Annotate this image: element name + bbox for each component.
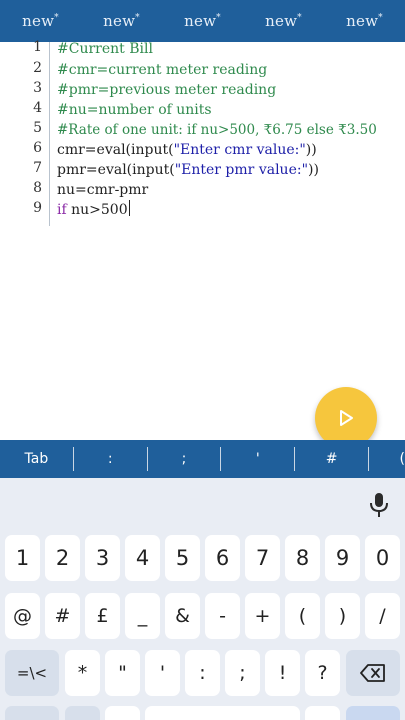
key[interactable]: : [185, 650, 220, 696]
tab-modified-mark: * [216, 13, 221, 23]
line-number: 6 [33, 140, 42, 156]
code-text: cmr=eval(input("Enter cmr value:")) [57, 140, 317, 160]
code-text: #Rate of one unit: if nu>500, ₹6.75 else… [57, 122, 377, 138]
code-line[interactable]: 3 #pmr=previous meter reading [0, 80, 405, 100]
file-tab[interactable]: new* [0, 12, 81, 30]
layout-switch-key[interactable]: =\< [5, 650, 59, 696]
file-tab[interactable]: new* [324, 12, 405, 30]
tab-label: new [103, 12, 136, 30]
key[interactable]: 2 [45, 535, 80, 581]
code-line[interactable]: 7 pmr=eval(input("Enter pmr value:")) [0, 160, 405, 180]
string-token: "Enter cmr value:" [173, 142, 306, 158]
key[interactable]: 7 [245, 535, 280, 581]
code-line[interactable]: 1 #Current Bill [0, 39, 405, 59]
tab-label: new [346, 12, 379, 30]
tab-modified-mark: * [297, 13, 302, 23]
line-number: 2 [33, 60, 42, 76]
code-token: )) [308, 162, 319, 178]
key[interactable]: ! [265, 650, 300, 696]
key[interactable]: _ [125, 593, 160, 639]
key[interactable]: 8 [285, 535, 320, 581]
key[interactable]: * [65, 650, 100, 696]
key[interactable]: ? [305, 650, 340, 696]
tab-modified-mark: * [54, 13, 59, 23]
key[interactable]: # [45, 593, 80, 639]
code-line[interactable]: 5 #Rate of one unit: if nu>500, ₹6.75 el… [0, 120, 405, 140]
line-number: 5 [33, 120, 42, 136]
text-cursor [128, 200, 130, 216]
key[interactable]: ) [325, 593, 360, 639]
key[interactable]: / [365, 593, 400, 639]
file-tab[interactable]: new* [243, 12, 324, 30]
code-text: #cmr=current meter reading [57, 62, 268, 78]
keyboard-key-partial[interactable] [105, 706, 140, 720]
code-line[interactable]: 2 #cmr=current meter reading [0, 60, 405, 80]
code-token: )) [305, 142, 317, 158]
key[interactable]: £ [85, 593, 120, 639]
space-key-partial[interactable] [145, 706, 300, 720]
key[interactable]: 6 [205, 535, 240, 581]
key[interactable]: 9 [325, 535, 360, 581]
tab-label: new [265, 12, 298, 30]
keyboard-key-partial[interactable] [305, 706, 340, 720]
code-text: #Current Bill [57, 41, 153, 57]
code-text: pmr=eval(input("Enter pmr value:")) [57, 160, 319, 180]
key[interactable]: ' [145, 650, 180, 696]
key[interactable]: @ [5, 593, 40, 639]
file-tab[interactable]: new* [81, 12, 162, 30]
code-text: if nu>500 [57, 200, 130, 220]
enter-key-partial[interactable] [346, 706, 400, 720]
key[interactable]: ; [225, 650, 260, 696]
code-editor[interactable]: 1 #Current Bill 2 #cmr=current meter rea… [0, 39, 405, 440]
key[interactable]: 0 [365, 535, 400, 581]
keyboard-key-partial[interactable] [5, 706, 59, 720]
backspace-icon [360, 664, 385, 682]
line-number: 4 [33, 100, 42, 116]
symbol-key-hash[interactable]: # [295, 440, 368, 478]
play-icon [340, 410, 353, 426]
code-token: cmr=eval(input( [57, 142, 174, 158]
key[interactable]: 4 [125, 535, 160, 581]
code-token: pmr=eval(input( [57, 162, 175, 178]
code-line[interactable]: 4 #nu=number of units [0, 100, 405, 120]
code-line[interactable]: 9 if nu>500 [0, 200, 405, 220]
tab-modified-mark: * [378, 13, 383, 23]
key[interactable]: " [105, 650, 140, 696]
tab-modified-mark: * [135, 13, 140, 23]
microphone-icon[interactable] [368, 492, 390, 518]
code-line[interactable]: 6 cmr=eval(input("Enter cmr value:")) [0, 140, 405, 160]
code-token: nu>500 [66, 202, 128, 218]
key[interactable]: 5 [165, 535, 200, 581]
keyboard-key-partial[interactable] [65, 706, 100, 720]
code-text: nu=cmr-pmr [57, 182, 149, 198]
tab-label: new [184, 12, 217, 30]
code-line[interactable]: 8 nu=cmr-pmr [0, 180, 405, 200]
keyword-token: if [57, 202, 67, 218]
symbol-bar: Tab : ; ' # ( [0, 440, 405, 478]
tab-label: new [22, 12, 55, 30]
key[interactable]: ( [285, 593, 320, 639]
key[interactable]: + [245, 593, 280, 639]
symbol-key-colon[interactable]: : [74, 440, 147, 478]
key[interactable]: & [165, 593, 200, 639]
backspace-key[interactable] [346, 650, 400, 696]
line-number: 8 [33, 180, 42, 196]
key[interactable]: 3 [85, 535, 120, 581]
symbol-key-tab[interactable]: Tab [0, 440, 73, 478]
line-number: 7 [33, 160, 42, 176]
symbol-key-semicolon[interactable]: ; [148, 440, 221, 478]
file-tab[interactable]: new* [162, 12, 243, 30]
string-token: "Enter pmr value:" [174, 162, 309, 178]
line-number: 1 [33, 39, 42, 55]
symbol-key-quote[interactable]: ' [221, 440, 294, 478]
symbol-key-paren[interactable]: ( [369, 440, 405, 478]
line-number: 3 [33, 80, 42, 96]
file-tab-strip: new* new* new* new* new* [0, 0, 405, 42]
soft-keyboard: 1 2 3 4 5 6 7 8 9 0 @ # £ _ & - + ( ) / … [0, 478, 405, 720]
key[interactable]: 1 [5, 535, 40, 581]
line-number: 9 [33, 200, 42, 216]
key[interactable]: - [205, 593, 240, 639]
code-text: #pmr=previous meter reading [57, 82, 277, 98]
code-text: #nu=number of units [57, 102, 212, 118]
